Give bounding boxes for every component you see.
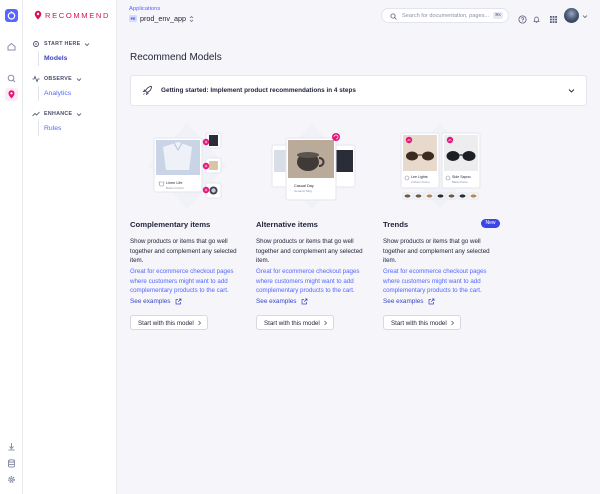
- chevron-down-icon: [76, 77, 82, 81]
- sidebar-item-analytics[interactable]: Analytics: [44, 90, 71, 97]
- app-selector[interactable]: PE prod_env_app: [129, 14, 194, 23]
- bell-icon[interactable]: [532, 11, 541, 23]
- card-description: Show products or items that go well toge…: [383, 238, 490, 265]
- section-label: START HERE: [44, 41, 81, 47]
- complementary-items-illustration: Linen Life Button Finish: [148, 123, 226, 209]
- start-model-button[interactable]: Start with this model: [383, 315, 461, 330]
- model-card-alternative: Casual Day Ceramic Mug Alternative items…: [256, 120, 371, 335]
- model-card-trends: Lee Lights Uniform Frame Side Sapno Blac…: [383, 120, 500, 335]
- card-title: Trends: [383, 220, 409, 229]
- download-icon[interactable]: [5, 440, 18, 453]
- section-divider: [38, 121, 39, 136]
- section-start-here[interactable]: START HERE: [32, 40, 90, 48]
- card-title: Complementary items: [130, 220, 211, 229]
- section-divider: [38, 86, 39, 101]
- see-examples-label: See examples: [130, 298, 171, 305]
- section-enhance[interactable]: ENHANCE: [32, 110, 82, 118]
- brand[interactable]: RECOMMEND: [34, 10, 110, 20]
- start-model-label: Start with this model: [138, 320, 194, 327]
- search-shortcut: ⌘K: [493, 12, 503, 19]
- card-note: Great for ecommerce checkout pages where…: [256, 268, 360, 295]
- grid-icon[interactable]: [549, 11, 558, 23]
- app-badge: PE: [129, 15, 137, 22]
- see-examples-link[interactable]: See examples: [383, 298, 435, 305]
- alternative-items-illustration: Casual Day Ceramic Mug: [271, 123, 356, 209]
- top-header: Applications PE prod_env_app Search for …: [117, 0, 600, 34]
- product-name: Linen Life: [166, 181, 182, 185]
- product-name: Side Sapno: [452, 175, 471, 179]
- search-icon: [390, 13, 397, 20]
- question-icon[interactable]: [518, 11, 527, 24]
- card-note: Great for ecommerce checkout pages where…: [383, 268, 487, 295]
- external-link-icon: [301, 298, 307, 305]
- sidebar: RECOMMEND START HERE Models OBSERVE Anal…: [23, 0, 117, 494]
- gear-icon[interactable]: [5, 473, 18, 486]
- external-link-icon: [428, 298, 434, 305]
- external-link-icon: [175, 298, 181, 305]
- gear-icon: [33, 41, 39, 47]
- chevron-down-icon: [85, 42, 90, 46]
- chevron-down-icon[interactable]: [582, 14, 588, 19]
- search-placeholder: Search for documentation, pages...: [402, 12, 490, 19]
- search-input[interactable]: Search for documentation, pages... ⌘K: [381, 8, 509, 23]
- see-examples-label: See examples: [256, 298, 297, 305]
- page-title: Recommend Models: [130, 52, 222, 63]
- database-icon[interactable]: [5, 457, 18, 470]
- recommend-icon[interactable]: [5, 88, 18, 101]
- card-note: Great for ecommerce checkout pages where…: [130, 268, 234, 295]
- product-sub: Button Finish: [166, 186, 184, 190]
- rocket-icon: [142, 86, 152, 96]
- see-examples-link[interactable]: See examples: [130, 298, 182, 305]
- product-sub: Black Frame: [452, 180, 468, 184]
- see-examples-link[interactable]: See examples: [256, 298, 308, 305]
- app-name: prod_env_app: [140, 14, 186, 23]
- card-title: Alternative items: [256, 220, 318, 229]
- section-label: OBSERVE: [44, 76, 72, 82]
- product-name: Casual Day: [294, 184, 314, 188]
- start-model-label: Start with this model: [264, 320, 320, 327]
- algolia-icon[interactable]: [5, 9, 18, 22]
- see-examples-label: See examples: [383, 298, 424, 305]
- chevron-down-icon: [568, 89, 575, 93]
- start-model-button[interactable]: Start with this model: [130, 315, 208, 330]
- chevron-right-icon: [198, 320, 202, 326]
- home-icon[interactable]: [5, 40, 18, 53]
- avatar[interactable]: [564, 8, 579, 23]
- app-selector-label: Applications: [129, 6, 161, 12]
- start-model-label: Start with this model: [391, 320, 447, 327]
- icon-rail: [0, 0, 23, 494]
- section-label: ENHANCE: [44, 111, 73, 117]
- chevron-right-icon: [324, 320, 328, 326]
- product-sub: Uniform Frame: [411, 180, 430, 184]
- section-observe[interactable]: OBSERVE: [32, 75, 82, 83]
- getting-started-text: Getting started: Implement product recom…: [161, 87, 356, 94]
- start-model-button[interactable]: Start with this model: [256, 315, 334, 330]
- product-sub: Ceramic Mug: [294, 189, 312, 193]
- chevron-down-icon: [77, 112, 82, 116]
- chevron-right-icon: [451, 320, 455, 326]
- product-name: Lee Lights: [411, 175, 428, 179]
- section-divider: [38, 51, 39, 66]
- getting-started-banner[interactable]: Getting started: Implement product recom…: [130, 75, 587, 106]
- card-description: Show products or items that go well toge…: [256, 238, 363, 265]
- search-icon[interactable]: [5, 72, 18, 85]
- pulse-icon: [32, 75, 40, 83]
- model-card-complementary: Linen Life Button Finish Complementary i…: [130, 120, 245, 335]
- sidebar-item-models[interactable]: Models: [44, 55, 67, 62]
- new-badge: New: [481, 219, 500, 228]
- brand-name: RECOMMEND: [45, 10, 111, 20]
- chevron-updown-icon: [189, 15, 194, 22]
- trend-icon: [32, 111, 40, 117]
- recommend-icon: [34, 10, 42, 20]
- sidebar-item-rules[interactable]: Rules: [44, 125, 61, 132]
- trends-illustration: Lee Lights Uniform Frame Side Sapno Blac…: [400, 123, 481, 209]
- card-description: Show products or items that go well toge…: [130, 238, 237, 265]
